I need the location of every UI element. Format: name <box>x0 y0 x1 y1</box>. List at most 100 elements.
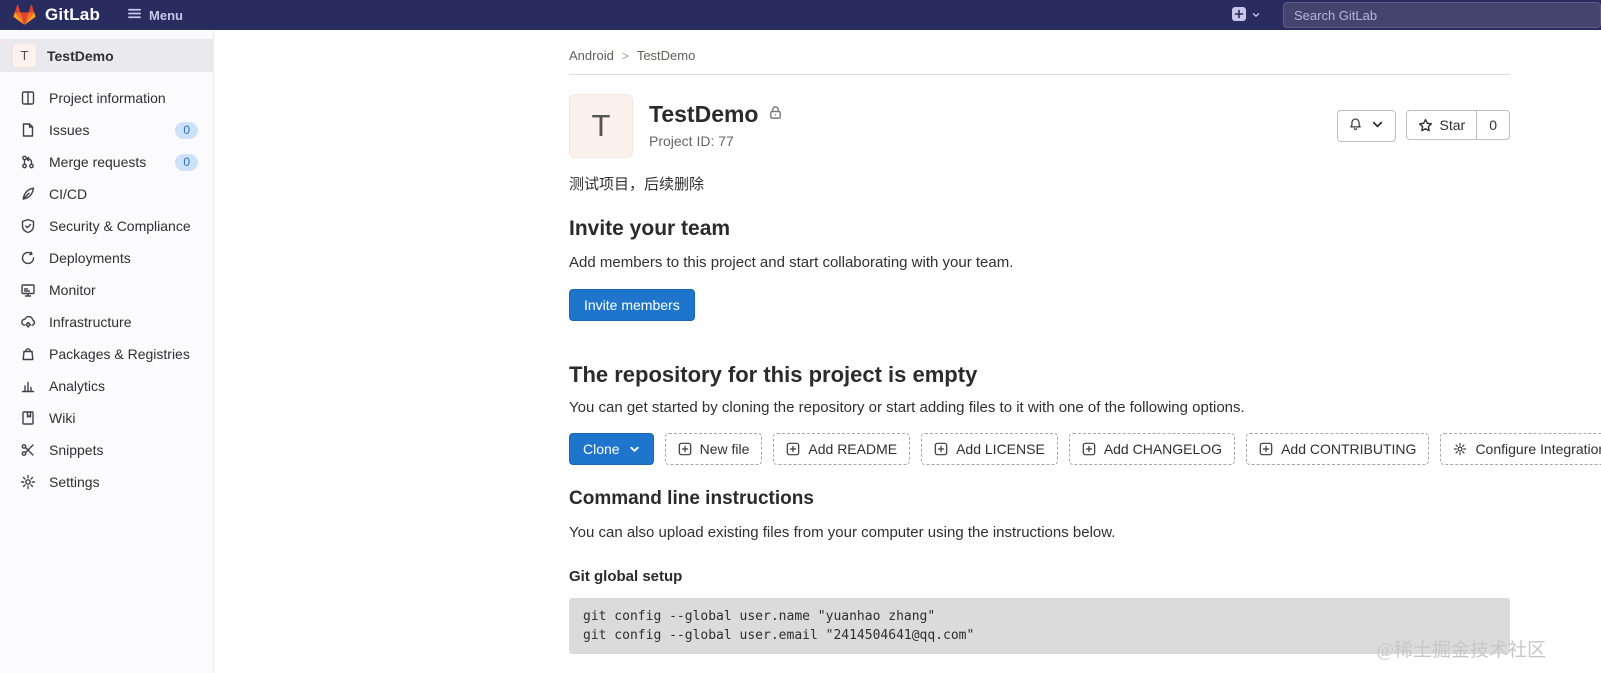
new-file-button[interactable]: New file <box>664 433 763 465</box>
plus-square-icon <box>1232 6 1246 24</box>
git-global-setup-heading: Git global setup <box>569 568 683 585</box>
sidebar-item-label: Snippets <box>49 442 104 458</box>
code-line: git config --global user.email "24145046… <box>583 628 975 643</box>
project-actions: Star 0 <box>1336 110 1510 158</box>
sidebar-item-packages-registries[interactable]: Packages & Registries <box>0 338 213 370</box>
add-license-button[interactable]: Add LICENSE <box>921 433 1058 465</box>
plus-square-icon <box>787 442 800 456</box>
top-navbar: GitLab Menu <box>0 0 1601 30</box>
add-readme-button[interactable]: Add README <box>773 433 911 465</box>
issues-icon <box>20 122 36 138</box>
quill-icon <box>20 186 36 202</box>
gitlab-logo[interactable]: GitLab <box>13 4 100 26</box>
sidebar-item-label: Infrastructure <box>49 314 132 330</box>
search-input[interactable] <box>1283 2 1601 28</box>
sidebar-item-settings[interactable]: Settings <box>0 466 213 498</box>
sidebar-item-merge-requests[interactable]: Merge requests 0 <box>0 146 213 178</box>
notebook-icon <box>20 410 36 426</box>
gear-icon <box>20 474 36 490</box>
sidebar-item-label: CI/CD <box>49 186 88 202</box>
chevron-down-icon <box>1370 117 1385 135</box>
repo-actions-row: Clone New file Add README Add LICENSE Ad… <box>569 433 1601 465</box>
bell-icon <box>1348 117 1363 135</box>
count-badge: 0 <box>175 153 198 171</box>
project-header: T TestDemo Project ID: 77 Star 0 <box>569 94 1510 158</box>
invite-heading: Invite your team <box>569 217 731 240</box>
plus-square-icon <box>1082 442 1096 456</box>
plus-square-icon <box>678 442 691 456</box>
project-meta: TestDemo Project ID: 77 <box>649 94 783 158</box>
configure-integrations-button[interactable]: Configure Integrations <box>1440 433 1601 465</box>
breadcrumb-divider <box>569 74 1510 75</box>
sidebar-item-security-compliance[interactable]: Security & Compliance <box>0 210 213 242</box>
invite-members-button[interactable]: Invite members <box>569 289 695 321</box>
cli-text: You can also upload existing files from … <box>569 524 1116 541</box>
chevron-down-icon <box>1251 8 1261 23</box>
sidebar-item-label: Wiki <box>49 410 76 426</box>
cloud-gear-icon <box>20 314 36 330</box>
merge-request-icon <box>20 154 36 170</box>
breadcrumb-group-link[interactable]: Android <box>569 48 614 63</box>
sidebar-item-issues[interactable]: Issues 0 <box>0 114 213 146</box>
hamburger-icon <box>127 6 142 24</box>
tanuki-icon <box>13 4 36 25</box>
project-avatar-small: T <box>12 43 37 68</box>
star-count[interactable]: 0 <box>1476 111 1509 139</box>
menu-button[interactable]: Menu <box>127 6 183 24</box>
sidebar-item-label: Security & Compliance <box>49 218 191 234</box>
gear-icon <box>1454 442 1467 456</box>
breadcrumb-separator: > <box>621 48 629 63</box>
monitor-icon <box>20 282 36 298</box>
new-item-dropdown-button[interactable] <box>1228 4 1265 27</box>
add-contributing-button[interactable]: Add CONTRIBUTING <box>1246 433 1430 465</box>
git-setup-code-block[interactable]: git config --global user.name "yuanhao z… <box>569 598 1510 654</box>
rotate-icon <box>20 250 36 266</box>
project-id: Project ID: 77 <box>649 133 734 149</box>
sidebar-item-deployments[interactable]: Deployments <box>0 242 213 274</box>
sidebar-item-label: Merge requests <box>49 154 147 170</box>
sidebar-item-wiki[interactable]: Wiki <box>0 402 213 434</box>
project-avatar: T <box>569 94 633 158</box>
sidebar-project-header[interactable]: T TestDemo <box>0 39 213 72</box>
sidebar-item-label: Analytics <box>49 378 106 394</box>
sidebar-item-snippets[interactable]: Snippets <box>0 434 213 466</box>
sidebar-item-infrastructure[interactable]: Infrastructure <box>0 306 213 338</box>
invite-text: Add members to this project and start co… <box>569 254 1014 271</box>
empty-repo-heading: The repository for this project is empty <box>569 362 978 387</box>
chart-icon <box>20 378 36 394</box>
sidebar-item-label: Packages & Registries <box>49 346 190 362</box>
sidebar-item-project-information[interactable]: Project information <box>0 82 213 114</box>
shield-icon <box>20 218 36 234</box>
chevron-down-icon <box>629 446 639 452</box>
sidebar-item-ci-cd[interactable]: CI/CD <box>0 178 213 210</box>
lock-icon <box>768 105 783 125</box>
plus-square-icon <box>1259 442 1273 456</box>
cli-heading: Command line instructions <box>569 488 814 509</box>
clone-dropdown-button[interactable]: Clone <box>569 433 654 465</box>
page-title: TestDemo <box>649 101 759 127</box>
sidebar-item-label: Issues <box>49 122 90 138</box>
star-button-group: Star 0 <box>1405 110 1510 140</box>
navbar-right <box>1228 0 1601 30</box>
sidebar-item-monitor[interactable]: Monitor <box>0 274 213 306</box>
brand-name: GitLab <box>45 5 101 24</box>
sidebar-item-analytics[interactable]: Analytics <box>0 370 213 402</box>
sidebar-item-label: Deployments <box>49 250 131 266</box>
scissors-icon <box>20 442 36 458</box>
notification-dropdown-button[interactable] <box>1336 110 1396 142</box>
package-icon <box>20 346 36 362</box>
sidebar-nav: Project information Issues 0 Merge reque… <box>0 72 213 498</box>
sidebar-item-label: Settings <box>49 474 100 490</box>
sidebar-project-name: TestDemo <box>47 47 114 64</box>
star-button[interactable]: Star <box>1407 111 1477 139</box>
sidebar-item-label: Monitor <box>49 282 96 298</box>
menu-label: Menu <box>149 7 183 23</box>
count-badge: 0 <box>175 121 198 139</box>
plus-square-icon <box>934 442 948 456</box>
clone-label: Clone <box>583 441 620 457</box>
add-changelog-button[interactable]: Add CHANGELOG <box>1068 433 1236 465</box>
star-label: Star <box>1439 117 1466 133</box>
main-content: Android > TestDemo T TestDemo Project ID… <box>569 30 1601 673</box>
breadcrumb-project-link[interactable]: TestDemo <box>637 48 696 63</box>
empty-repo-text: You can get started by cloning the repos… <box>569 399 1245 416</box>
